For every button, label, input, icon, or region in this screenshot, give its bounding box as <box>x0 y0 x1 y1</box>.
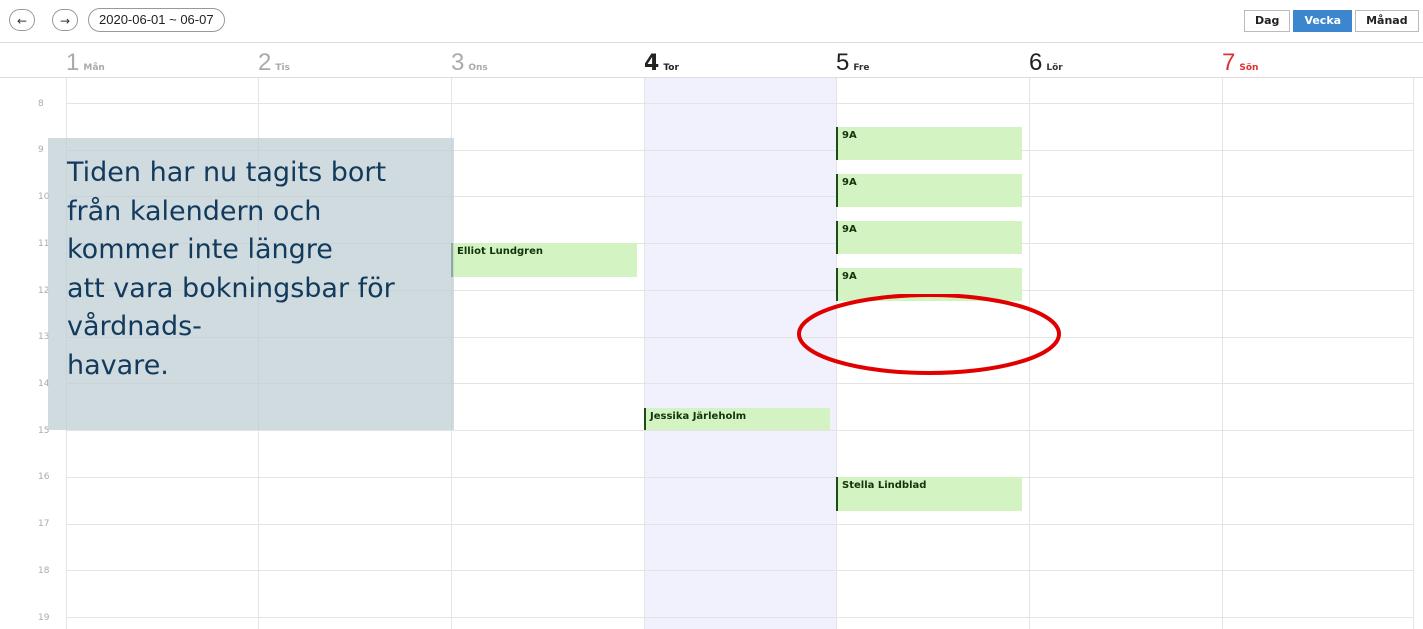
column-divider <box>1413 78 1414 629</box>
day-header-sat[interactable]: 6 Lör <box>1029 49 1063 77</box>
hour-line <box>66 617 1413 618</box>
arrow-right-icon: → <box>59 14 71 28</box>
day-header-tue[interactable]: 2 Tis <box>258 49 290 77</box>
hour-line <box>66 430 1413 431</box>
day-header-thu[interactable]: 4 Tor <box>644 51 679 76</box>
view-switch: Dag Vecka Månad <box>1244 10 1419 32</box>
callout-line: kommer inte längre <box>67 234 333 265</box>
day-name: Tor <box>663 63 679 73</box>
event-block[interactable]: Jessika Järleholm <box>644 408 830 430</box>
callout-line: vårdnads- <box>67 311 202 342</box>
day-name: Lör <box>1046 63 1063 73</box>
day-number: 6 <box>1029 49 1043 76</box>
hour-label: 16 <box>38 472 50 482</box>
hour-line <box>66 570 1413 571</box>
calendar-toolbar: ← → 2020-06-01 ~ 06-07 Dag Vecka Månad <box>0 0 1423 40</box>
week-day-header: 1 Mån 2 Tis 3 Ons 4 Tor 5 Fre 6 Lör 7 Sön <box>0 42 1423 78</box>
arrow-left-icon: ← <box>16 14 28 28</box>
day-name: Tis <box>275 63 290 73</box>
hour-line <box>66 524 1413 525</box>
callout-line: havare. <box>67 349 169 381</box>
column-divider <box>1222 78 1223 629</box>
view-day-button[interactable]: Dag <box>1244 10 1291 32</box>
hour-line <box>66 103 1413 104</box>
day-header-wed[interactable]: 3 Ons <box>451 49 488 77</box>
day-number: 5 <box>836 49 850 76</box>
event-block[interactable]: Stella Lindblad <box>836 477 1022 511</box>
day-number: 2 <box>258 49 272 76</box>
day-name: Sön <box>1239 63 1259 73</box>
highlight-ellipse <box>797 294 1061 375</box>
view-week-button[interactable]: Vecka <box>1293 10 1353 32</box>
callout-line: Tiden har nu tagits bort <box>67 157 387 188</box>
date-range-button[interactable]: 2020-06-01 ~ 06-07 <box>88 8 225 32</box>
callout-line: att vara bokningsbar för <box>67 272 395 304</box>
instruction-callout: Tiden har nu tagits bort från kalendern … <box>48 138 454 430</box>
day-name: Fre <box>853 63 870 73</box>
event-block[interactable]: Elliot Lundgren <box>451 243 637 277</box>
view-month-button[interactable]: Månad <box>1355 10 1419 32</box>
event-block[interactable]: 9A <box>836 127 1022 160</box>
hour-label: 8 <box>38 99 44 109</box>
day-header-fri[interactable]: 5 Fre <box>836 49 869 77</box>
event-block[interactable]: 9A <box>836 221 1022 254</box>
day-name: Mån <box>83 63 105 73</box>
day-name: Ons <box>468 63 488 73</box>
hour-label: 19 <box>38 613 50 623</box>
day-number: 3 <box>451 49 465 76</box>
day-header-mon[interactable]: 1 Mån <box>66 49 105 77</box>
hour-label: 17 <box>38 519 50 529</box>
callout-line: från kalendern och <box>67 195 322 227</box>
event-block[interactable]: 9A <box>836 174 1022 207</box>
column-divider <box>644 78 645 629</box>
highlight-ring <box>797 294 1061 375</box>
hour-label: 18 <box>38 566 50 576</box>
prev-week-button[interactable]: ← <box>9 9 35 31</box>
day-number: 7 <box>1222 49 1236 76</box>
hour-line <box>66 477 1413 478</box>
day-number: 1 <box>66 49 80 76</box>
day-header-sun[interactable]: 7 Sön <box>1222 49 1258 77</box>
next-week-button[interactable]: → <box>52 9 78 31</box>
day-number: 4 <box>644 51 660 76</box>
